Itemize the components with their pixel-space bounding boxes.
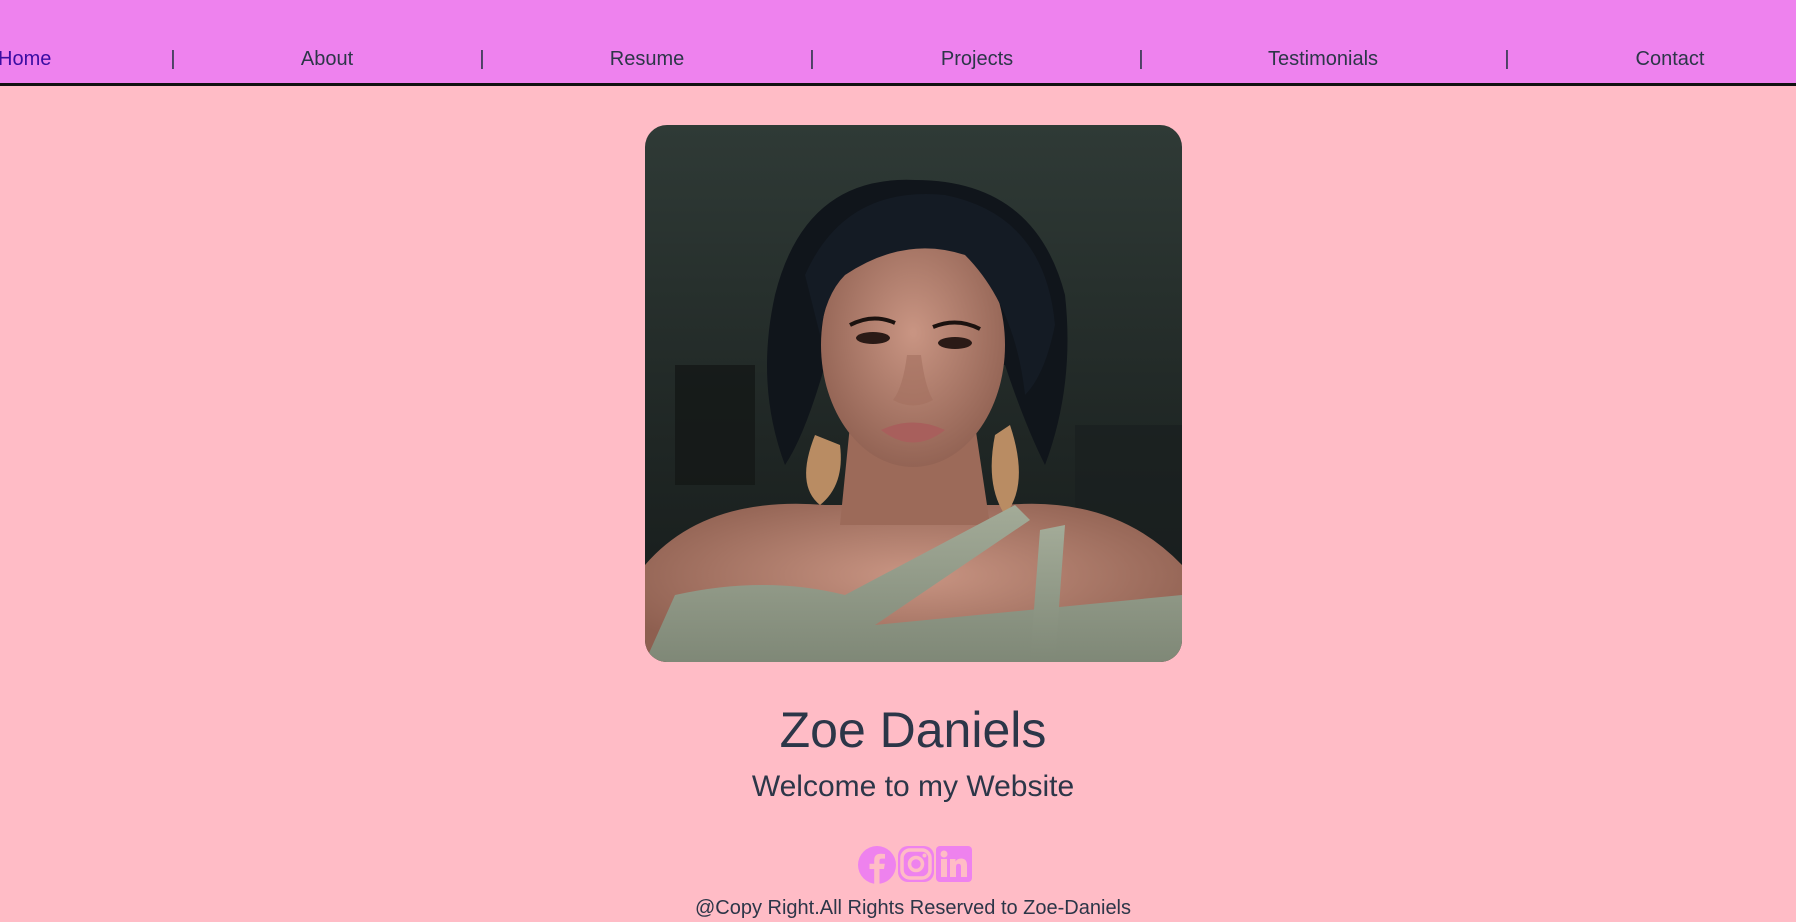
footer-copyright: @Copy Right.All Rights Reserved to Zoe-D…	[694, 897, 1132, 919]
navbar: Home | About | Resume | Projects | Testi…	[0, 0, 1796, 86]
nav-separator: |	[809, 48, 815, 70]
social-links	[858, 846, 972, 886]
hero-tagline: Welcome to my Website	[751, 770, 1075, 803]
facebook-icon[interactable]	[858, 846, 896, 884]
nav-link-about[interactable]: About	[301, 47, 353, 71]
nav-separator: |	[170, 48, 176, 70]
profile-photo	[645, 125, 1182, 662]
hero-name: Zoe Daniels	[779, 702, 1047, 758]
nav-link-testimonials[interactable]: Testimonials	[1268, 47, 1378, 71]
nav-link-projects[interactable]: Projects	[941, 47, 1013, 71]
linkedin-icon[interactable]	[936, 846, 972, 882]
nav-separator: |	[479, 48, 485, 70]
nav-separator: |	[1504, 48, 1510, 70]
portrait-illustration	[645, 125, 1182, 662]
instagram-icon[interactable]	[898, 846, 934, 882]
nav-link-resume[interactable]: Resume	[610, 47, 684, 71]
nav-link-contact[interactable]: Contact	[1636, 47, 1705, 71]
nav-separator: |	[1138, 48, 1144, 70]
nav-link-home[interactable]: Home	[0, 47, 51, 71]
